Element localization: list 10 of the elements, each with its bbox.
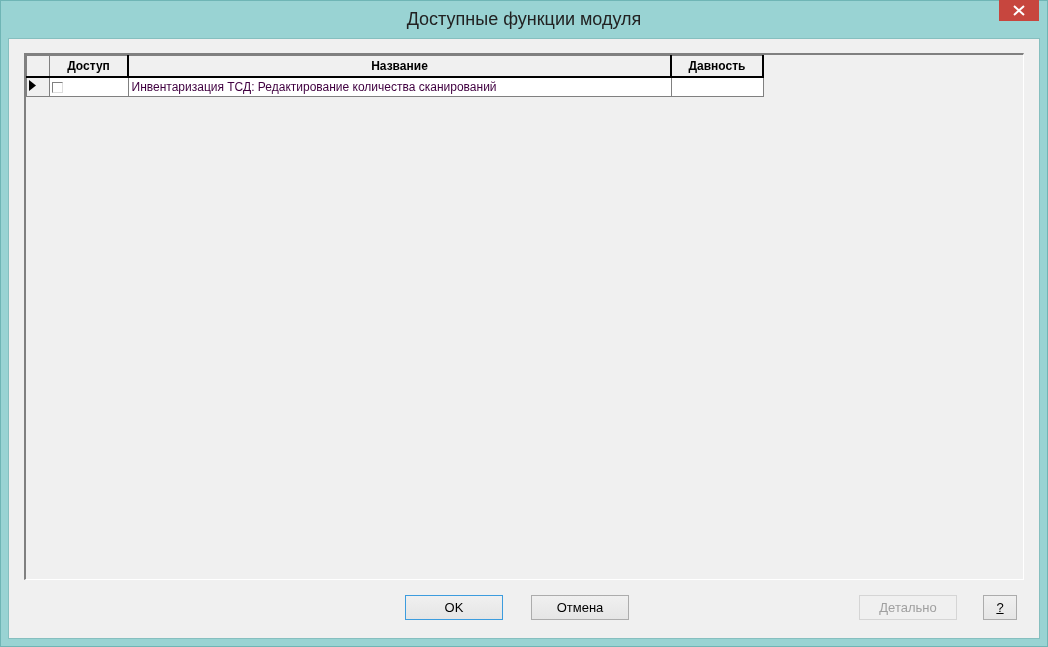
column-header[interactable]: Доступ	[49, 55, 128, 77]
window-title: Доступные функции модуля	[406, 9, 642, 30]
access-checkbox[interactable]	[52, 81, 63, 93]
close-icon	[1013, 5, 1025, 16]
column-header[interactable]: Название	[128, 55, 671, 77]
help-button[interactable]: ?	[983, 594, 1017, 620]
cancel-button[interactable]: Отмена	[531, 594, 629, 620]
column-header[interactable]: Давность	[671, 55, 763, 77]
ok-button[interactable]: OK	[405, 594, 503, 620]
close-button[interactable]	[999, 0, 1039, 21]
